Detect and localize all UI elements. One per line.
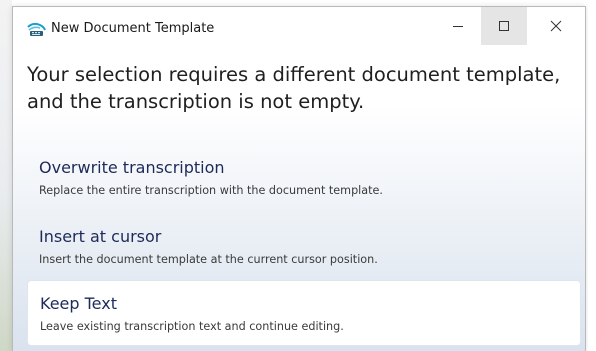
window-title: New Document Template: [51, 21, 215, 36]
close-button[interactable]: [533, 7, 579, 45]
insert-at-cursor-option[interactable]: Insert at cursor Insert the document tem…: [27, 223, 581, 281]
option-description: Leave existing transcription text and co…: [40, 320, 344, 333]
minimize-button[interactable]: [435, 7, 481, 45]
option-title: Keep Text: [40, 294, 117, 313]
option-description: Insert the document template at the curr…: [39, 253, 378, 266]
dialog-window: New Document Template Your selection req…: [12, 6, 586, 351]
option-description: Replace the entire transcription with th…: [39, 184, 383, 197]
app-icon: [27, 21, 46, 37]
message-line-1: Your selection requires a different docu…: [27, 63, 561, 86]
keep-text-option[interactable]: Keep Text Leave existing transcription t…: [27, 280, 581, 346]
option-title: Overwrite transcription: [39, 158, 225, 177]
background-window-edge: [0, 0, 12, 351]
message-line-2: and the transcription is not empty.: [27, 90, 365, 113]
minimize-icon: [453, 26, 463, 27]
overwrite-transcription-option[interactable]: Overwrite transcription Replace the enti…: [27, 154, 581, 212]
maximize-icon: [499, 21, 509, 31]
title-bar[interactable]: New Document Template: [13, 7, 585, 51]
background-right-edge: [588, 0, 596, 351]
dialog-message: Your selection requires a different docu…: [27, 61, 579, 115]
maximize-button[interactable]: [481, 7, 527, 45]
close-icon: [550, 20, 562, 32]
option-title: Insert at cursor: [39, 227, 162, 246]
